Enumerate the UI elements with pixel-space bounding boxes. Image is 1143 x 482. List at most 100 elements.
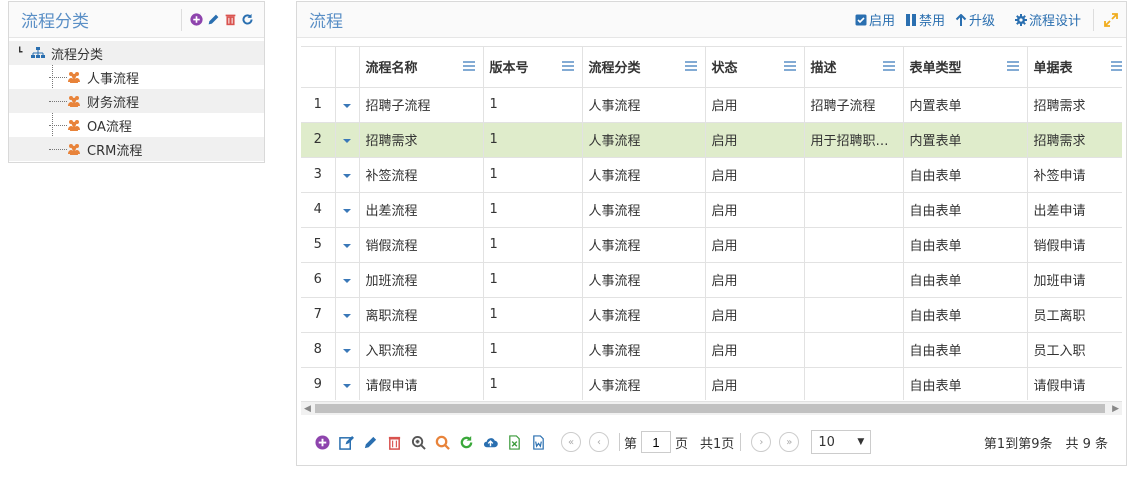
disable-button[interactable]: 禁用 bbox=[905, 10, 945, 29]
cell-version: 1 bbox=[483, 367, 583, 400]
page-suffix: 页 bbox=[675, 436, 689, 452]
horizontal-scrollbar[interactable]: ◀ ▶ bbox=[301, 401, 1122, 415]
search-icon bbox=[435, 435, 450, 450]
enable-button[interactable]: 启用 bbox=[855, 10, 895, 29]
search-button[interactable] bbox=[435, 435, 450, 450]
tree-body: ┗ 流程分类 人事流程 财务流程 OA流程 CRM流程 bbox=[9, 38, 264, 161]
first-page-button[interactable]: « bbox=[561, 432, 581, 452]
column-header-document-table[interactable]: 单据表 bbox=[1027, 47, 1123, 88]
tree-root-node[interactable]: ┗ 流程分类 bbox=[9, 41, 264, 65]
table-row[interactable]: 9 请假申请 1 人事流程 启用 自由表单 请假申请 bbox=[301, 367, 1122, 400]
add-button[interactable] bbox=[315, 434, 330, 450]
cell-version: 1 bbox=[483, 262, 583, 298]
cell-category: 人事流程 bbox=[582, 262, 706, 298]
add-category-button[interactable] bbox=[190, 13, 203, 26]
scroll-left-arrow-icon[interactable]: ◀ bbox=[304, 404, 311, 414]
next-page-button[interactable]: › bbox=[751, 432, 772, 452]
last-page-button[interactable]: » bbox=[779, 432, 800, 452]
column-menu-icon[interactable] bbox=[1006, 61, 1019, 71]
column-menu-icon[interactable] bbox=[783, 61, 796, 71]
row-expand-toggle[interactable] bbox=[335, 332, 360, 368]
cell-status: 启用 bbox=[705, 262, 805, 298]
prev-page-button[interactable]: ‹ bbox=[589, 432, 609, 452]
row-expand-toggle[interactable] bbox=[335, 87, 360, 123]
cell-category: 人事流程 bbox=[582, 227, 706, 263]
cell-status: 启用 bbox=[705, 87, 805, 123]
table-row[interactable]: 8 入职流程 1 人事流程 启用 自由表单 员工入职 bbox=[301, 332, 1122, 368]
cell-formtype: 自由表单 bbox=[903, 367, 1028, 400]
delete-category-button[interactable] bbox=[224, 13, 237, 26]
tree-connector bbox=[49, 124, 67, 126]
group-icon bbox=[68, 72, 80, 83]
row-expand-toggle[interactable] bbox=[335, 122, 360, 158]
tree-root-label: 流程分类 bbox=[51, 47, 104, 63]
column-header-form-type[interactable]: 表单类型 bbox=[903, 47, 1028, 88]
table-row[interactable]: 7 离职流程 1 人事流程 启用 自由表单 员工离职 bbox=[301, 297, 1122, 333]
tree-item-oa[interactable]: OA流程 bbox=[9, 113, 264, 137]
column-menu-icon[interactable] bbox=[561, 61, 574, 71]
edit-category-button[interactable] bbox=[207, 13, 220, 26]
tree-item-finance[interactable]: 财务流程 bbox=[9, 89, 264, 113]
column-header-status[interactable]: 状态 bbox=[705, 47, 805, 88]
column-header-version[interactable]: 版本号 bbox=[483, 47, 583, 88]
cell-formtype: 自由表单 bbox=[903, 157, 1028, 193]
caret-down-icon bbox=[343, 349, 351, 353]
collapse-toggle-icon[interactable]: ┗ bbox=[17, 48, 31, 58]
cell-name: 补签流程 bbox=[359, 157, 484, 193]
cell-desc bbox=[804, 332, 904, 368]
column-menu-icon[interactable] bbox=[882, 61, 895, 71]
scroll-right-arrow-icon[interactable]: ▶ bbox=[1112, 404, 1119, 414]
page-number-input[interactable] bbox=[641, 431, 672, 453]
table-row[interactable]: 1 招聘子流程 1 人事流程 启用 招聘子流程 内置表单 招聘需求 bbox=[301, 87, 1122, 123]
tree-item-crm[interactable]: CRM流程 bbox=[9, 137, 264, 161]
modify-button[interactable] bbox=[363, 435, 378, 450]
page-size-select[interactable]: 10 ▼ bbox=[811, 430, 872, 454]
table-row[interactable]: 6 加班流程 1 人事流程 启用 自由表单 加班申请 bbox=[301, 262, 1122, 298]
scrollbar-thumb[interactable] bbox=[315, 404, 1105, 413]
table-row[interactable]: 4 出差流程 1 人事流程 启用 自由表单 出差申请 bbox=[301, 192, 1122, 228]
cell-table: 出差申请 bbox=[1027, 192, 1122, 228]
edit-record-button[interactable] bbox=[339, 435, 354, 450]
group-icon bbox=[68, 144, 80, 155]
tree-panel-header: 流程分类 bbox=[9, 2, 264, 38]
row-number: 4 bbox=[301, 192, 336, 228]
tree-item-hr[interactable]: 人事流程 bbox=[9, 65, 264, 89]
cell-desc: 招聘子流程 bbox=[804, 87, 904, 123]
tree-connector bbox=[49, 76, 67, 78]
column-menu-icon[interactable] bbox=[1110, 61, 1123, 71]
column-menu-icon[interactable] bbox=[462, 61, 475, 71]
row-number: 2 bbox=[301, 122, 336, 158]
cell-formtype: 自由表单 bbox=[903, 332, 1028, 368]
export-word-button[interactable] bbox=[531, 434, 546, 450]
table-row[interactable]: 2 招聘需求 1 人事流程 启用 用于招聘职位… 内置表单 招聘需求 bbox=[301, 122, 1122, 158]
tree-item-label: 财务流程 bbox=[87, 95, 140, 111]
row-number: 7 bbox=[301, 297, 336, 333]
export-excel-button[interactable] bbox=[507, 434, 522, 450]
refresh-tree-button[interactable] bbox=[241, 13, 254, 26]
upload-button[interactable] bbox=[483, 435, 498, 450]
delete-button[interactable] bbox=[387, 435, 402, 450]
row-expand-toggle[interactable] bbox=[335, 262, 360, 298]
process-design-button[interactable]: 流程设计 bbox=[1014, 10, 1081, 29]
column-header-name[interactable]: 流程名称 bbox=[359, 47, 484, 88]
column-header-label: 流程分类 bbox=[588, 61, 641, 77]
row-number: 5 bbox=[301, 227, 336, 263]
maximize-button[interactable] bbox=[1104, 12, 1118, 27]
cell-version: 1 bbox=[483, 297, 583, 333]
column-menu-icon[interactable] bbox=[684, 61, 697, 71]
upgrade-button[interactable]: 升级 bbox=[955, 10, 995, 29]
row-expand-toggle[interactable] bbox=[335, 297, 360, 333]
view-button[interactable] bbox=[411, 435, 426, 450]
pagination-bar: « ‹ 第 页 共1页 › » 10 ▼ 第1到第9条 共 9 条 bbox=[301, 422, 1122, 462]
row-number: 9 bbox=[301, 367, 336, 400]
row-expand-toggle[interactable] bbox=[335, 192, 360, 228]
column-header-description[interactable]: 描述 bbox=[804, 47, 904, 88]
word-file-icon bbox=[533, 434, 544, 450]
column-header-category[interactable]: 流程分类 bbox=[582, 47, 706, 88]
table-row[interactable]: 3 补签流程 1 人事流程 启用 自由表单 补签申请 bbox=[301, 157, 1122, 193]
row-expand-toggle[interactable] bbox=[335, 367, 360, 400]
row-expand-toggle[interactable] bbox=[335, 157, 360, 193]
refresh-button[interactable] bbox=[459, 435, 474, 450]
table-row[interactable]: 5 销假流程 1 人事流程 启用 自由表单 销假申请 bbox=[301, 227, 1122, 263]
row-expand-toggle[interactable] bbox=[335, 227, 360, 263]
